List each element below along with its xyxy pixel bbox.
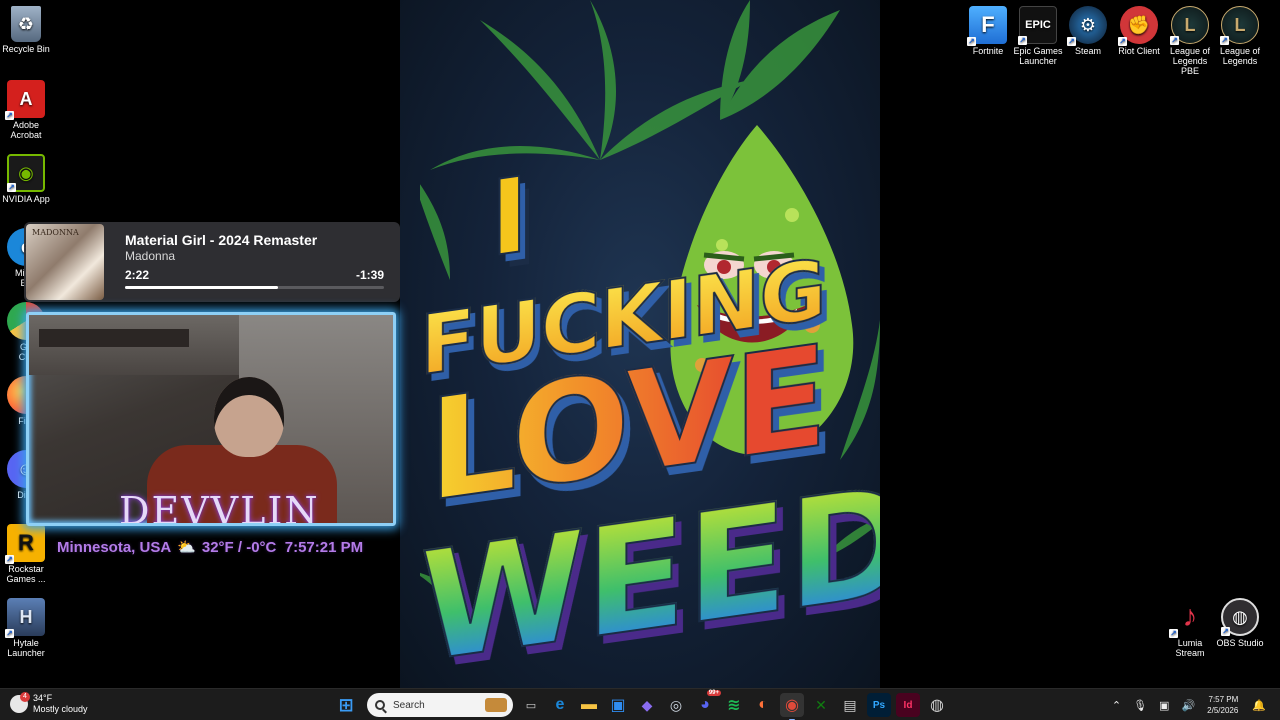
tray-overflow-chevron-icon[interactable]: ⌃	[1112, 699, 1121, 712]
volume-icon[interactable]: 🔊	[1181, 699, 1195, 712]
search-placeholder: Search	[393, 699, 425, 711]
league-pbe-icon: L ↗	[1170, 6, 1209, 45]
hytale-icon: H ↗	[5, 598, 45, 638]
wallpaper-text-line1: I	[489, 152, 529, 281]
cloud-icon: 4	[10, 692, 30, 713]
album-art-text: MADONNA	[32, 228, 79, 237]
desktop-icon-label: Fortnite	[972, 46, 1004, 56]
windows-start-icon[interactable]: ⊞	[334, 693, 358, 717]
desktop-icon-epic-games[interactable]: EPIC ↗ Epic Games Launcher	[1012, 6, 1064, 66]
desktop-icon-label: Riot Client	[1118, 46, 1160, 56]
weather-temperature: 32°F / -0°C	[201, 539, 277, 556]
desktop-icon-label: Epic Games Launcher	[1013, 46, 1063, 66]
desktop-icon-lumia-stream[interactable]: ♪ ↗ Lumia Stream	[1164, 598, 1216, 658]
league-icon: L ↗	[1220, 6, 1259, 45]
track-artist: Madonna	[125, 249, 176, 263]
taskbar-weather-temp: 34°F	[33, 693, 53, 703]
taskbar: 4 34°F Mostly cloudy ⊞ Search ▭ e ▬ ▣ ◆ …	[0, 688, 1280, 720]
notification-bell-icon[interactable]: 🔔	[1252, 699, 1266, 712]
desktop-icon-label: Steam	[1074, 46, 1101, 56]
chrome-taskbar-icon[interactable]: ◉	[780, 693, 804, 720]
clock-date: 2/5/2026	[1207, 706, 1239, 715]
rockstar-icon: R ↗	[5, 524, 45, 564]
taskbar-clock[interactable]: 7:57 PM 2/5/2026	[1207, 694, 1238, 716]
obs-taskbar-icon[interactable]: ◍	[925, 693, 949, 717]
firefox-taskbar-icon[interactable]: ◐	[751, 693, 775, 717]
track-progress-fill	[125, 286, 278, 289]
desktop-icon-nvidia-app[interactable]: ◉ ↗ NVIDIA App	[0, 154, 52, 204]
taskbar-search-box[interactable]: Search	[367, 693, 513, 717]
fortnite-icon: F ↗	[967, 6, 1007, 46]
desktop-icon-label: League of Legends PBE	[1169, 46, 1211, 76]
track-elapsed: 2:22	[125, 268, 150, 282]
system-tray: ⌃ 🎙 ▣ 🔊 7:57 PM 2/5/2026 🔔	[1106, 693, 1272, 717]
steam-taskbar-icon[interactable]: ◎	[664, 693, 688, 717]
desktop-icon-obs-studio[interactable]: ◍ ↗ OBS Studio	[1214, 598, 1266, 648]
desktop-icon-steam[interactable]: ⚙ ↗ Steam	[1062, 6, 1114, 56]
microsoft-store-icon[interactable]: ▣	[606, 693, 630, 717]
webcam-person-head	[214, 377, 284, 457]
webcam-shelf	[39, 329, 189, 347]
discord-badge: 99+	[706, 690, 721, 696]
photoshop-icon[interactable]: Ps	[867, 693, 891, 717]
epic-games-icon: EPIC ↗	[1018, 6, 1057, 45]
microphone-icon[interactable]: 🎙	[1133, 699, 1147, 712]
adobe-acrobat-icon: A ↗	[5, 80, 45, 120]
desktop-icon-hytale-launcher[interactable]: H ↗ Hytale Launcher	[0, 598, 52, 658]
riot-client-icon: ✊ ↗	[1118, 6, 1158, 46]
taskbar-weather-desc: Mostly cloudy	[33, 704, 88, 714]
search-icon	[375, 700, 385, 710]
taskbar-apps: ⊞ Search ▭ e ▬ ▣ ◆ ◎ ◕ 99+ ≋ ◐ ◉ ✕ ▤ Ps …	[334, 690, 954, 720]
desktop-icon-adobe-acrobat[interactable]: A ↗ Adobe Acrobat	[0, 80, 52, 140]
desktop-icon-recycle-bin[interactable]: ♻ Recycle Bin	[0, 6, 52, 54]
desktop-icon-riot-client[interactable]: ✊ ↗ Riot Client	[1113, 6, 1165, 56]
taskbar-weather-widget[interactable]: 4 34°F Mostly cloudy	[10, 692, 88, 715]
steam-icon: ⚙ ↗	[1067, 6, 1107, 46]
stream-weather-line: Minnesota, USA ⛅ 32°F / -0°C 7:57:21 PM	[57, 538, 363, 556]
desktop-icon-league-pbe[interactable]: L ↗ League of Legends PBE	[1164, 6, 1216, 76]
desktop-icon-league[interactable]: L ↗ League of Legends	[1214, 6, 1266, 66]
file-explorer-icon[interactable]: ▬	[577, 693, 601, 717]
desktop-icon-label: League of Legends	[1219, 46, 1261, 66]
track-title: Material Girl - 2024 Remaster	[125, 232, 318, 248]
desktop-icon-label: Hytale Launcher	[7, 638, 45, 658]
task-view-icon[interactable]: ▭	[519, 693, 543, 717]
notepad-icon[interactable]: ▤	[838, 693, 862, 717]
track-remaining: -1:39	[355, 268, 384, 282]
discord-taskbar-icon[interactable]: ◕ 99+	[693, 690, 721, 717]
desktop-icon-rockstar-games[interactable]: R ↗ Rockstar Games ...	[0, 524, 52, 584]
track-progress-bar[interactable]	[125, 286, 384, 289]
desktop-icon-label: OBS Studio	[1216, 638, 1264, 648]
desktop-icon-label: Rockstar Games ...	[6, 564, 46, 584]
desktop-icon-label: Adobe Acrobat	[10, 120, 42, 140]
stream-logo: DEVVLIN	[119, 489, 320, 526]
copilot-icon[interactable]: ◆	[635, 693, 659, 717]
partly-cloudy-icon: ⛅	[177, 539, 196, 556]
desktop-icon-label: NVIDIA App	[2, 194, 50, 204]
edge-taskbar-icon[interactable]: e	[548, 693, 572, 717]
display-icon[interactable]: ▣	[1159, 699, 1169, 712]
desktop-wallpaper: I FUCKING LOVE WEED	[400, 0, 880, 688]
weather-time: 7:57:21 PM	[284, 539, 364, 556]
weather-location: Minnesota, USA	[57, 539, 172, 556]
xbox-icon[interactable]: ✕	[809, 693, 833, 717]
webcam-overlay: DEVVLIN	[26, 312, 396, 526]
search-highlight-image	[485, 698, 507, 712]
desktop-icon-label: Recycle Bin	[2, 44, 50, 54]
now-playing-card[interactable]: MADONNA Material Girl - 2024 Remaster Ma…	[24, 222, 400, 302]
lumia-stream-icon: ♪ ↗	[1169, 600, 1198, 638]
weather-badge: 4	[20, 692, 30, 702]
recycle-bin-icon: ♻	[11, 6, 41, 42]
desktop-icon-fortnite[interactable]: F ↗ Fortnite	[962, 6, 1014, 56]
indesign-icon[interactable]: Id	[896, 693, 920, 717]
desktop-icon-label: Lumia Stream	[1175, 638, 1205, 658]
album-art: MADONNA	[26, 224, 104, 300]
nvidia-icon: ◉ ↗	[7, 154, 45, 192]
obs-icon: ◍ ↗	[1221, 598, 1259, 636]
spotify-icon[interactable]: ≋	[722, 693, 746, 717]
clock-time: 7:57 PM	[1208, 695, 1239, 704]
